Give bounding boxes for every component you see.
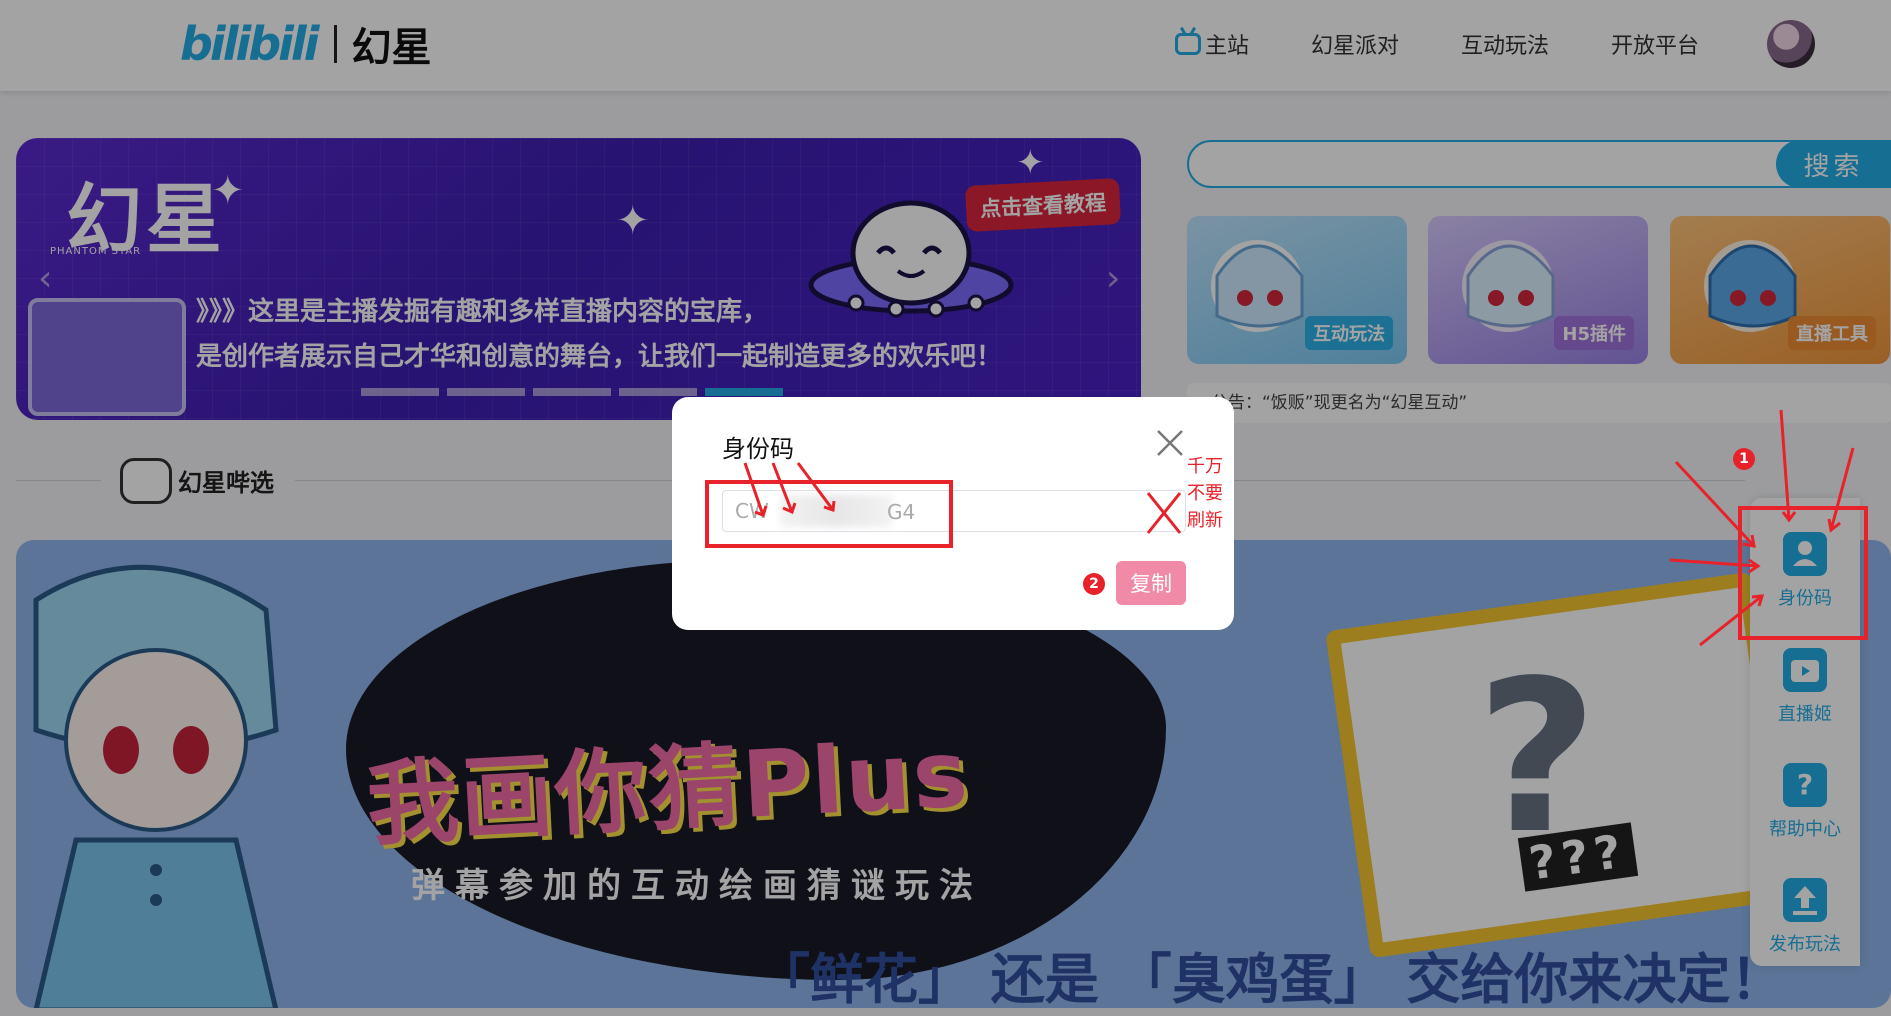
dialog-title: 身份码 xyxy=(722,435,794,463)
warning-line: 不要 xyxy=(1187,483,1223,504)
warning-line: 千万 xyxy=(1187,456,1223,477)
annotation-warning: 千万 不要 刷新 xyxy=(1187,453,1223,534)
annotation-step-2: 2 xyxy=(1083,573,1105,595)
annotation-step-1: 1 xyxy=(1733,448,1755,470)
close-icon[interactable] xyxy=(1154,427,1186,459)
annotation-highlight-code xyxy=(705,480,953,548)
annotation-highlight-id-button xyxy=(1738,506,1868,640)
copy-button[interactable]: 复制 xyxy=(1116,561,1186,605)
warning-line: 刷新 xyxy=(1187,510,1223,531)
